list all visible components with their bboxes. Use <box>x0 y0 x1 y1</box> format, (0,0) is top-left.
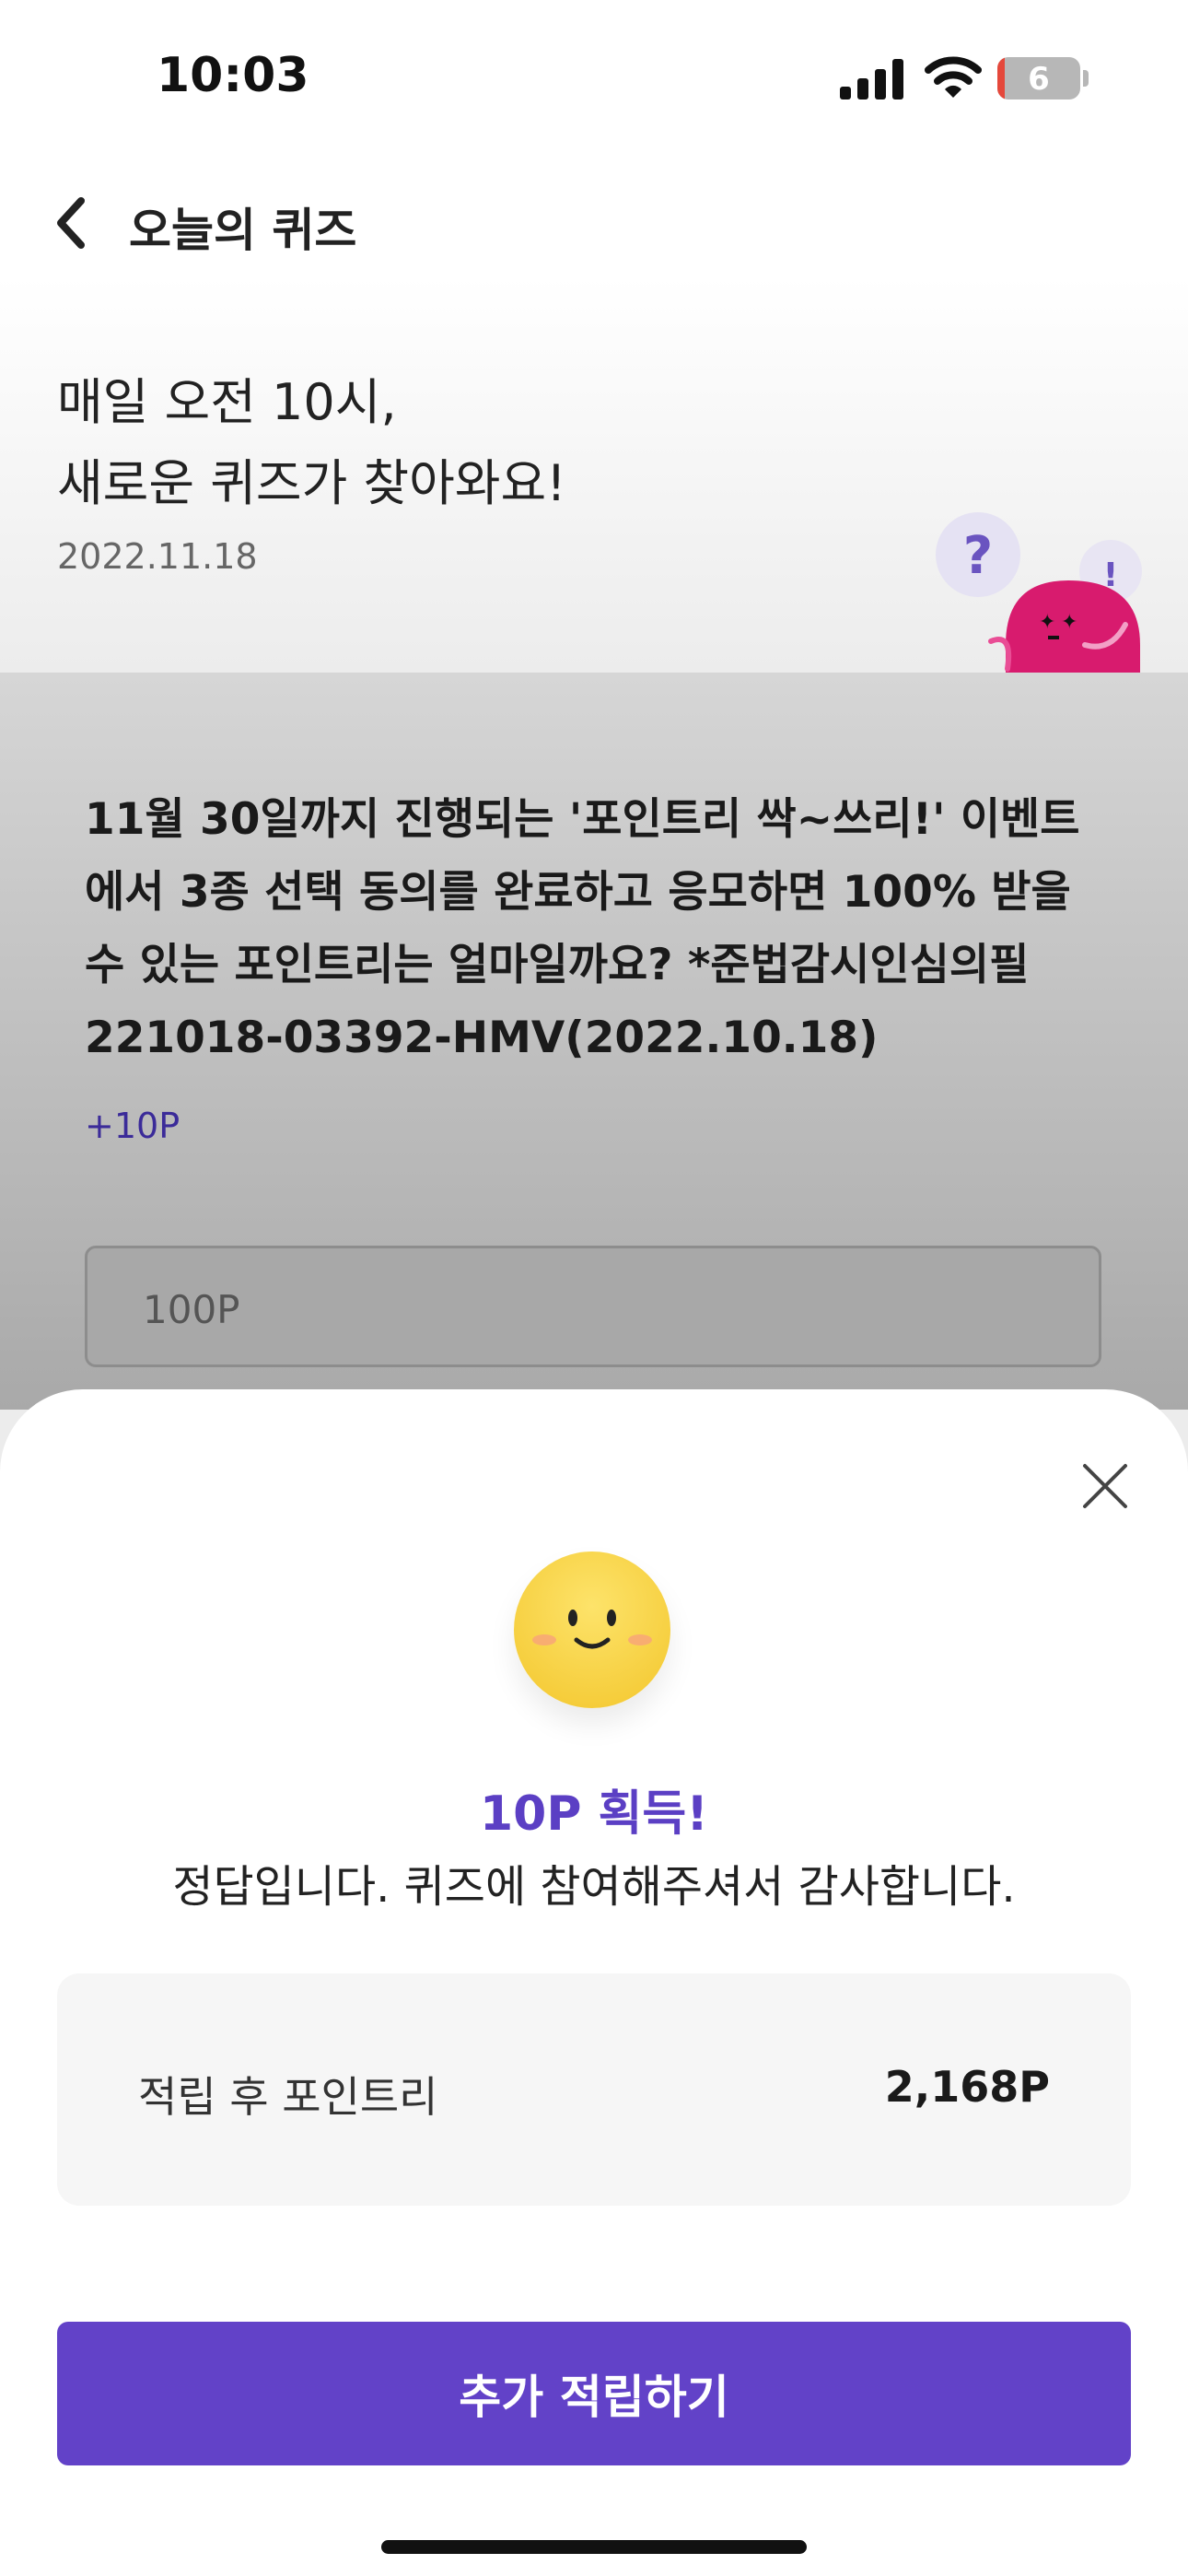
battery-level: 6 <box>1028 61 1050 98</box>
quiz-page: 10:03 6 오늘의 퀴즈 매일 오전 10시, 새로운 퀴즈가 찾아와요! … <box>0 0 1188 2576</box>
status-time: 10:03 <box>157 48 309 103</box>
smiley-icon <box>514 1551 670 1708</box>
signal-icon <box>840 59 903 100</box>
home-indicator <box>381 2540 807 2554</box>
svg-text:✦: ✦ <box>1039 611 1055 634</box>
result-message: 정답입니다. 퀴즈에 참여해주셔서 감사합니다. <box>172 1861 1016 1913</box>
points-value: 2,168P <box>884 2062 1050 2112</box>
answer-field[interactable]: 100P <box>85 1246 1101 1367</box>
points-label: 적립 후 포인트리 <box>138 2072 438 2122</box>
page-title: 오늘의 퀴즈 <box>129 204 357 257</box>
svg-text:?: ? <box>963 526 993 586</box>
mascot-icon: ? ! ✦ ✦ <box>936 512 1142 673</box>
earn-more-button[interactable]: 추가 적립하기 <box>57 2322 1131 2465</box>
svg-text:✦: ✦ <box>1061 611 1077 634</box>
answer-value: 100P <box>143 1287 240 1332</box>
quiz-question: 11월 30일까지 진행되는 '포인트리 싹~쓰리!' 이벤트에서 3종 선택 … <box>85 794 1080 1063</box>
back-icon[interactable] <box>52 193 92 252</box>
points-summary: 적립 후 포인트리 2,168P <box>57 1973 1131 2206</box>
hero-headline-line2: 새로운 퀴즈가 찾아와요! <box>57 454 566 512</box>
battery-icon: 6 <box>997 57 1080 100</box>
close-icon[interactable] <box>1079 1460 1131 1512</box>
hero-headline-line1: 매일 오전 10시, <box>57 373 397 431</box>
wifi-icon <box>925 56 982 98</box>
quiz-date: 2022.11.18 <box>57 536 258 577</box>
battery-nub <box>1083 70 1089 87</box>
result-title: 10P 획득! <box>480 1786 708 1842</box>
reward-tag: +10P <box>85 1106 181 1146</box>
